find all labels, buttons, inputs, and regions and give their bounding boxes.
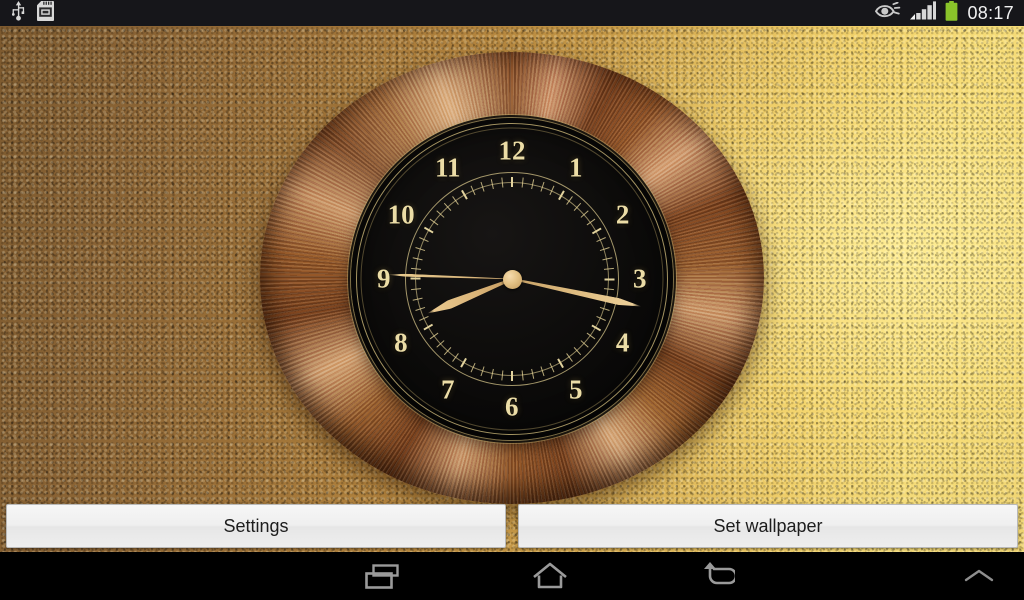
navigation-bar xyxy=(0,552,1024,600)
battery-icon xyxy=(945,0,958,26)
back-icon[interactable] xyxy=(643,552,793,600)
set-wallpaper-button-label: Set wallpaper xyxy=(713,515,823,536)
recents-icon[interactable] xyxy=(307,552,457,600)
hour-numeral-3: 3 xyxy=(633,263,647,294)
smart-stay-eye-icon xyxy=(875,1,901,24)
hour-numeral-1: 1 xyxy=(569,152,583,183)
usb-icon xyxy=(11,0,25,26)
set-wallpaper-button[interactable]: Set wallpaper xyxy=(518,504,1018,548)
status-bar-right-icons: 08:17 xyxy=(875,0,1014,26)
wallpaper-action-bar: Settings Set wallpaper xyxy=(0,504,1024,548)
hour-numeral-2: 2 xyxy=(615,199,630,230)
hour-numeral-4: 4 xyxy=(615,327,630,358)
hour-numeral-11: 11 xyxy=(435,152,461,183)
analog-clock: 1 2 3 4 5 6 7 8 9 10 11 12 xyxy=(232,44,792,514)
clock-center-hub xyxy=(502,269,522,289)
hour-numeral-5: 5 xyxy=(569,374,583,405)
hour-numeral-7: 7 xyxy=(441,374,455,405)
status-bar[interactable]: 08:17 xyxy=(0,0,1024,26)
status-bar-left-icons xyxy=(11,0,54,26)
hour-numeral-8: 8 xyxy=(394,327,408,358)
clock-face: 1 2 3 4 5 6 7 8 9 10 11 12 xyxy=(351,118,673,440)
signal-bars-icon xyxy=(910,1,937,25)
hour-numeral-10: 10 xyxy=(387,199,415,230)
chevron-up-icon[interactable] xyxy=(934,552,1024,600)
device-screen: 1 2 3 4 5 6 7 8 9 10 11 12 08:17 Setting… xyxy=(0,0,1024,600)
settings-button[interactable]: Settings xyxy=(6,504,506,548)
sd-card-icon xyxy=(37,0,54,26)
live-wallpaper-preview[interactable]: 1 2 3 4 5 6 7 8 9 10 11 12 xyxy=(0,26,1024,552)
status-bar-clock: 08:17 xyxy=(967,2,1014,23)
settings-button-label: Settings xyxy=(223,515,289,536)
hour-numeral-9: 9 xyxy=(377,263,391,294)
hour-numeral-12: 12 xyxy=(498,135,526,166)
hour-numeral-6: 6 xyxy=(505,391,519,422)
home-icon[interactable] xyxy=(475,552,625,600)
